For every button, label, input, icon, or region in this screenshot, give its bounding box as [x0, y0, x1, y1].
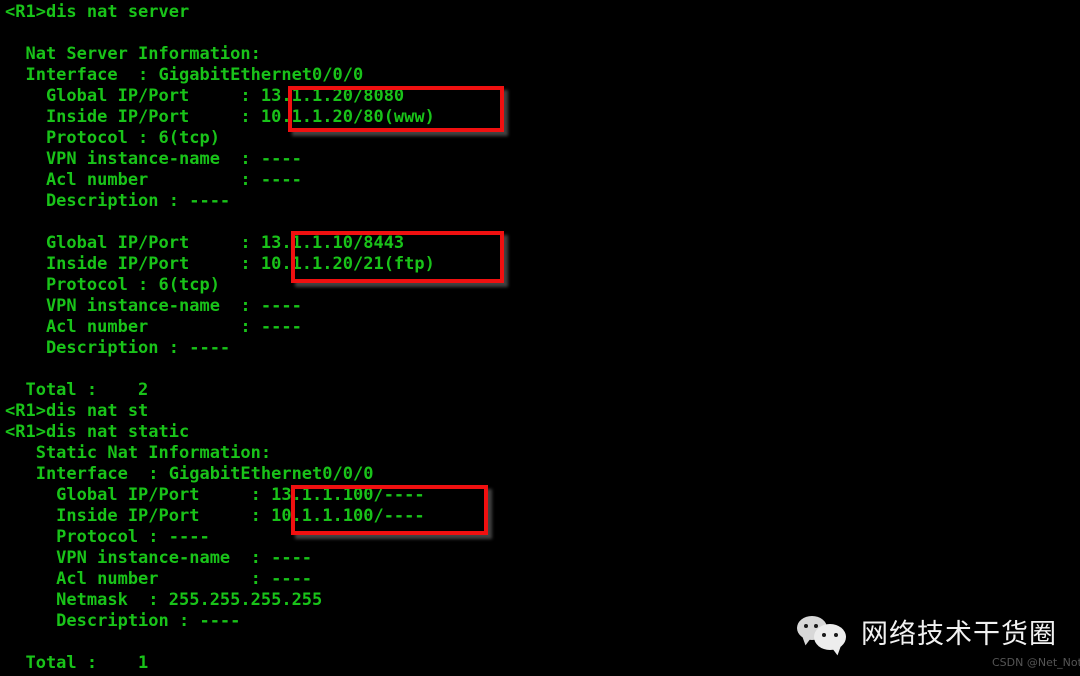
nat-server-entry-1-protocol: Protocol : 6(tcp): [5, 128, 220, 148]
nat-server-header: Nat Server Information:: [5, 44, 261, 64]
nat-server-entry-1-inside-ip-port: Inside IP/Port : 10.1.1.20/80(www): [5, 107, 435, 127]
nat-server-entry-1-acl-number: Acl number : ----: [5, 170, 302, 190]
static-nat-entry-1-netmask: Netmask : 255.255.255.255: [5, 590, 323, 610]
static-nat-entry-1-inside-ip-port: Inside IP/Port : 10.1.1.100/----: [5, 506, 425, 526]
nat-server-interface: Interface : GigabitEthernet0/0/0: [5, 65, 364, 85]
terminal-line: <R1>dis nat st: [5, 401, 149, 421]
static-nat-entry-1-vpn-instance-name: VPN instance-name : ----: [5, 548, 313, 568]
terminal-output: <R1>dis nat server Nat Server Informatio…: [5, 2, 1075, 674]
csdn-credit: CSDN @Net_Not: [992, 656, 1080, 669]
nat-server-entry-2-acl-number: Acl number : ----: [5, 317, 302, 337]
static-nat-entry-1-protocol: Protocol : ----: [5, 527, 210, 547]
static-nat-entry-1-acl-number: Acl number : ----: [5, 569, 313, 589]
nat-server-entry-1-vpn-instance-name: VPN instance-name : ----: [5, 149, 302, 169]
terminal-line: <R1>dis nat static: [5, 422, 190, 442]
nat-server-entry-2-inside-ip-port: Inside IP/Port : 10.1.1.20/21(ftp): [5, 254, 435, 274]
watermark-text: 网络技术干货圈: [861, 619, 1057, 650]
static-nat-interface: Interface : GigabitEthernet0/0/0: [5, 464, 374, 484]
nat-server-entry-2-description: Description : ----: [5, 338, 231, 358]
wechat-icon: [795, 616, 851, 654]
nat-server-entry-2-protocol: Protocol : 6(tcp): [5, 275, 220, 295]
static-nat-total: Total : 1: [5, 653, 149, 673]
nat-server-total: Total : 2: [5, 380, 149, 400]
static-nat-header: Static Nat Information:: [5, 443, 272, 463]
terminal-line: <R1>dis nat server: [5, 2, 190, 22]
nat-server-entry-1-global-ip-port: Global IP/Port : 13.1.1.20/8080: [5, 86, 405, 106]
static-nat-entry-1-global-ip-port: Global IP/Port : 13.1.1.100/----: [5, 485, 425, 505]
watermark: 网络技术干货圈: [795, 616, 1057, 654]
terminal-window: <R1>dis nat server Nat Server Informatio…: [0, 0, 1080, 676]
nat-server-entry-2-global-ip-port: Global IP/Port : 13.1.1.10/8443: [5, 233, 405, 253]
nat-server-entry-2-vpn-instance-name: VPN instance-name : ----: [5, 296, 302, 316]
nat-server-entry-1-description: Description : ----: [5, 191, 231, 211]
